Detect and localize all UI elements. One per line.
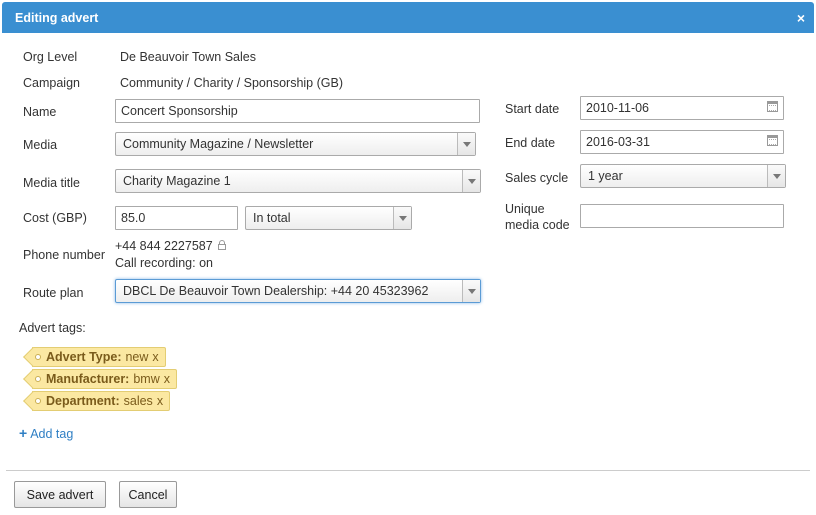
tag-key: Department:	[46, 394, 120, 408]
add-tag-link[interactable]: + Add tag	[19, 425, 73, 441]
start-date-field	[580, 96, 784, 120]
advert-tags-label: Advert tags:	[19, 321, 86, 335]
edit-advert-dialog: Editing advert × Org Level De Beauvoir T…	[0, 0, 816, 515]
remove-tag-button[interactable]: x	[152, 350, 158, 364]
start-date-input[interactable]	[580, 96, 784, 120]
campaign-value: Community / Charity / Sponsorship (GB)	[120, 76, 343, 90]
chevron-down-icon	[393, 207, 411, 229]
media-title-select-value: Charity Magazine 1	[123, 174, 231, 188]
call-recording-status: Call recording: on	[115, 256, 213, 270]
tag-manufacturer: Manufacturer: bmw x	[32, 369, 177, 389]
org-level-label: Org Level	[23, 50, 78, 64]
name-label: Name	[23, 105, 57, 119]
start-date-label: Start date	[505, 102, 560, 116]
end-date-input[interactable]	[580, 130, 784, 154]
chevron-down-icon	[462, 280, 480, 302]
calendar-icon[interactable]	[767, 101, 778, 112]
tag-key: Advert Type:	[46, 350, 122, 364]
phone-number-label: Phone number	[23, 248, 106, 262]
lock-icon	[217, 240, 226, 250]
cost-label: Cost (GBP)	[23, 211, 87, 225]
campaign-label: Campaign	[23, 76, 80, 90]
save-advert-button[interactable]: Save advert	[14, 481, 106, 508]
dialog-title: Editing advert	[15, 11, 99, 25]
media-select[interactable]: Community Magazine / Newsletter	[115, 132, 476, 156]
cost-mode-select[interactable]: In total	[245, 206, 412, 230]
chevron-down-icon	[462, 170, 480, 192]
media-select-value: Community Magazine / Newsletter	[123, 137, 314, 151]
cost-input[interactable]	[115, 206, 238, 230]
chevron-down-icon	[457, 133, 475, 155]
tag-value: bmw	[133, 372, 160, 386]
add-tag-label: Add tag	[30, 427, 74, 441]
tag-hole-icon	[35, 354, 41, 360]
end-date-label: End date	[505, 136, 556, 150]
unique-media-code-label-1: Unique	[505, 202, 545, 216]
org-level-value: De Beauvoir Town Sales	[120, 50, 256, 64]
tag-value: new	[125, 350, 149, 364]
tag-department: Department: sales x	[32, 391, 171, 411]
sales-cycle-label: Sales cycle	[505, 171, 569, 185]
tag-hole-icon	[35, 376, 41, 382]
calendar-icon[interactable]	[767, 135, 778, 146]
route-plan-select[interactable]: DBCL De Beauvoir Town Dealership: +44 20…	[115, 279, 481, 303]
phone-number-text: +44 844 2227587	[115, 239, 213, 253]
media-label: Media	[23, 138, 58, 152]
plus-icon: +	[19, 425, 28, 441]
unique-media-code-label-2: media code	[505, 218, 570, 232]
media-title-select[interactable]: Charity Magazine 1	[115, 169, 481, 193]
tag-key: Manufacturer:	[46, 372, 130, 386]
end-date-field	[580, 130, 784, 154]
remove-tag-button[interactable]: x	[164, 372, 170, 386]
name-input[interactable]	[115, 99, 480, 123]
media-title-label: Media title	[23, 176, 80, 190]
phone-number-value: +44 844 2227587	[115, 239, 226, 253]
close-icon[interactable]: ×	[797, 10, 805, 26]
remove-tag-button[interactable]: x	[157, 394, 163, 408]
cost-mode-value: In total	[253, 211, 291, 225]
dialog-titlebar: Editing advert ×	[2, 2, 814, 33]
tag-value: sales	[123, 394, 153, 408]
sales-cycle-value: 1 year	[588, 169, 623, 183]
chevron-down-icon	[767, 165, 785, 187]
route-plan-value: DBCL De Beauvoir Town Dealership: +44 20…	[123, 284, 429, 298]
tag-hole-icon	[35, 398, 41, 404]
footer-divider	[6, 470, 810, 471]
cancel-button[interactable]: Cancel	[119, 481, 177, 508]
sales-cycle-select[interactable]: 1 year	[580, 164, 786, 188]
route-plan-label: Route plan	[23, 286, 84, 300]
unique-media-code-input[interactable]	[580, 204, 784, 228]
tag-advert-type: Advert Type: new x	[32, 347, 166, 367]
